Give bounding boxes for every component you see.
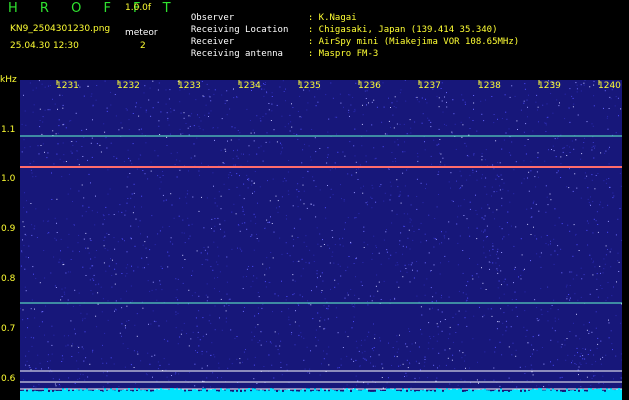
datetime-label: 25.04.30 12:30 bbox=[10, 41, 79, 51]
x-tick-label: 1236 bbox=[358, 81, 381, 91]
info-value: : Maspro FM-3 bbox=[307, 49, 379, 59]
x-tick-label: 1240 bbox=[598, 81, 621, 91]
y-axis-unit: kHz bbox=[0, 75, 17, 85]
baseline-strip bbox=[20, 393, 622, 400]
x-tick-label: 1233 bbox=[178, 81, 201, 91]
x-tick-label: 1231 bbox=[56, 81, 79, 91]
x-tick-label: 1237 bbox=[418, 81, 441, 91]
meteor-count: 2 bbox=[140, 41, 146, 51]
x-tick-label: 1239 bbox=[538, 81, 561, 91]
x-tick-label: 1235 bbox=[298, 81, 321, 91]
meteor-label: meteor bbox=[125, 28, 158, 38]
y-tick-label: 0.6 bbox=[1, 374, 16, 384]
spectrogram-plot bbox=[20, 80, 622, 400]
info-key: Receiving antenna bbox=[190, 49, 283, 59]
y-tick-label: 0.8 bbox=[1, 274, 16, 284]
filename-label: KN9_2504301230.png bbox=[10, 24, 111, 34]
app-title: H R O F F T bbox=[8, 1, 180, 16]
y-tick-label: 1.1 bbox=[1, 125, 16, 135]
y-tick-label: 1.0 bbox=[1, 174, 16, 184]
y-tick-label: 0.9 bbox=[1, 224, 16, 234]
info-antenna: Receiving antenna : Maspro FM-3 bbox=[180, 39, 378, 59]
spectrogram-canvas bbox=[20, 80, 622, 400]
x-tick-label: 1232 bbox=[117, 81, 140, 91]
y-tick-label: 0.7 bbox=[1, 324, 16, 334]
x-tick-label: 1238 bbox=[478, 81, 501, 91]
x-tick-label: 1234 bbox=[238, 81, 261, 91]
version-label: 1.0.0f bbox=[125, 3, 152, 13]
